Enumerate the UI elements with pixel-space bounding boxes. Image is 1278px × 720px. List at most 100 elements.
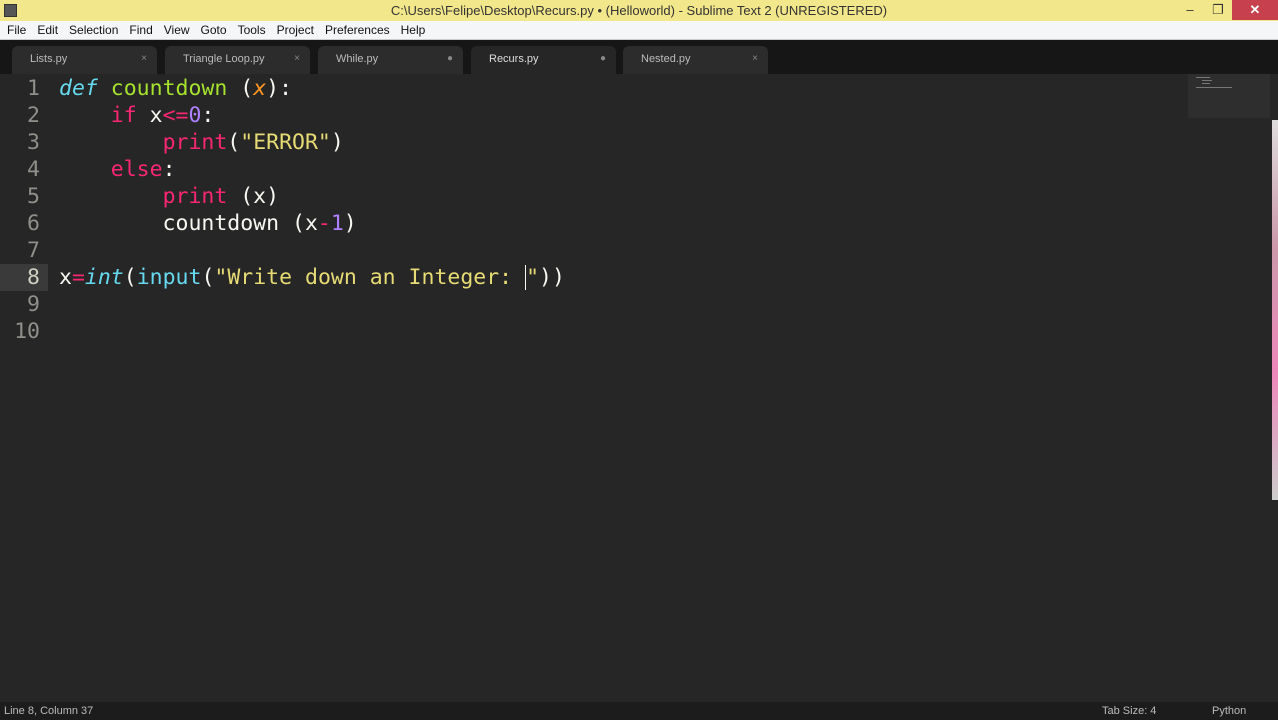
code-token: -: [317, 211, 331, 236]
line-number: 1: [27, 76, 40, 101]
line-number: 8: [0, 264, 48, 291]
menu-view[interactable]: View: [164, 21, 190, 39]
tab-triangle-loop-py[interactable]: Triangle Loop.py ×: [165, 46, 310, 74]
code-text: countdown (x-1): [59, 210, 357, 237]
code-token: :: [201, 103, 215, 128]
code-text: x=int(input("Write down an Integer: ")): [59, 264, 565, 291]
code-line: 6 countdown (x-1): [0, 210, 1270, 237]
code-token: input: [136, 265, 202, 290]
window-title: C:\Users\Felipe\Desktop\Recurs.py • (Hel…: [390, 3, 888, 18]
code-token: (x): [227, 184, 280, 209]
tab-close-icon[interactable]: ×: [141, 46, 147, 72]
code-token: ): [330, 130, 344, 155]
tab-size-selector[interactable]: Tab Size: 4: [1102, 702, 1156, 720]
code-token: 0: [188, 103, 202, 128]
tab-label: Recurs.py: [489, 53, 539, 65]
code-token: "ERROR": [240, 130, 331, 155]
tab-label: Lists.py: [30, 53, 68, 65]
code-token: <=: [162, 103, 189, 128]
close-button[interactable]: ✕: [1232, 0, 1278, 20]
menu-file[interactable]: File: [7, 21, 26, 39]
line-number: 9: [27, 292, 40, 317]
code-token: x: [136, 103, 163, 128]
code-line: 2 if x<=0:: [0, 102, 1270, 129]
menu-find[interactable]: Find: [129, 21, 152, 39]
code-token: ):: [266, 76, 293, 101]
code-token: :: [162, 157, 176, 182]
syntax-selector[interactable]: Python: [1212, 702, 1246, 720]
menu-goto[interactable]: Goto: [201, 21, 227, 39]
code-token: if: [110, 103, 137, 128]
tab-nested-py[interactable]: Nested.py ×: [623, 46, 768, 74]
code-token: (: [227, 130, 241, 155]
tab-bar: Lists.py × Triangle Loop.py × While.py ● Recur…: [0, 40, 1278, 74]
code-token: =: [71, 265, 85, 290]
code-text: print("ERROR"): [59, 129, 344, 156]
status-bar: Line 8, Column 37 Tab Size: 4 Python: [0, 702, 1278, 720]
menu-preferences[interactable]: Preferences: [325, 21, 390, 39]
code-token: print: [162, 184, 228, 209]
code-token: ): [343, 211, 357, 236]
unsaved-dot-icon[interactable]: ●: [447, 46, 453, 72]
menu-help[interactable]: Help: [401, 21, 426, 39]
line-number: 4: [27, 157, 40, 182]
tab-while-py[interactable]: While.py ●: [318, 46, 463, 74]
code-token: ": [525, 265, 540, 290]
code-token: countdown (x: [59, 211, 318, 236]
minimap[interactable]: [1188, 74, 1270, 118]
app-icon: [4, 4, 17, 17]
line-number: 6: [27, 211, 40, 236]
code-editor[interactable]: 1 def countdown (x): 2 if x<=0: 3 print("ER…: [0, 74, 1270, 702]
menu-tools[interactable]: Tools: [238, 21, 266, 39]
tab-label: Triangle Loop.py: [183, 53, 265, 65]
unsaved-dot-icon[interactable]: ●: [600, 46, 606, 72]
tab-label: Nested.py: [641, 53, 691, 65]
menu-bar: File Edit Selection Find View Goto Tools Projec…: [0, 21, 1278, 40]
code-line: 8 x=int(input("Write down an Integer: ")): [0, 264, 1270, 291]
line-number: 10: [14, 319, 40, 344]
code-text: def countdown (x):: [59, 75, 292, 102]
code-token: (: [201, 265, 215, 290]
menu-selection[interactable]: Selection: [69, 21, 118, 39]
code-token: int: [84, 265, 124, 290]
code-token: 1: [330, 211, 344, 236]
code-token: x: [59, 265, 72, 290]
desktop-edge: [1272, 120, 1278, 500]
restore-button[interactable]: ❐: [1204, 0, 1232, 20]
tab-close-icon[interactable]: ×: [294, 46, 300, 72]
code-text: if x<=0:: [59, 102, 215, 129]
code-line: 10: [0, 318, 1270, 345]
code-text: print (x): [59, 183, 280, 210]
code-line: 1 def countdown (x):: [0, 75, 1270, 102]
line-number: 7: [27, 238, 40, 263]
menu-project[interactable]: Project: [277, 21, 314, 39]
code-token: x: [253, 76, 267, 101]
tab-lists-py[interactable]: Lists.py ×: [12, 46, 157, 74]
line-number: 3: [27, 130, 40, 155]
code-line: 4 else:: [0, 156, 1270, 183]
tab-close-icon[interactable]: ×: [752, 46, 758, 72]
code-line: 5 print (x): [0, 183, 1270, 210]
code-line: 9: [0, 291, 1270, 318]
code-line: 3 print("ERROR"): [0, 129, 1270, 156]
code-token: def: [59, 76, 98, 101]
line-number: 5: [27, 184, 40, 209]
code-token: else: [110, 157, 163, 182]
code-token: print: [162, 130, 228, 155]
code-token: (: [123, 265, 137, 290]
code-text: else:: [59, 156, 176, 183]
tab-recurs-py[interactable]: Recurs.py ●: [471, 46, 616, 74]
code-token: countdown: [110, 76, 228, 101]
cursor-position: Line 8, Column 37: [4, 705, 94, 717]
code-token: (: [227, 76, 254, 101]
menu-edit[interactable]: Edit: [37, 21, 58, 39]
code-token: "Write down an Integer:: [214, 265, 526, 290]
code-token: )): [539, 265, 565, 290]
minimize-button[interactable]: –: [1176, 0, 1204, 20]
tab-label: While.py: [336, 53, 379, 65]
